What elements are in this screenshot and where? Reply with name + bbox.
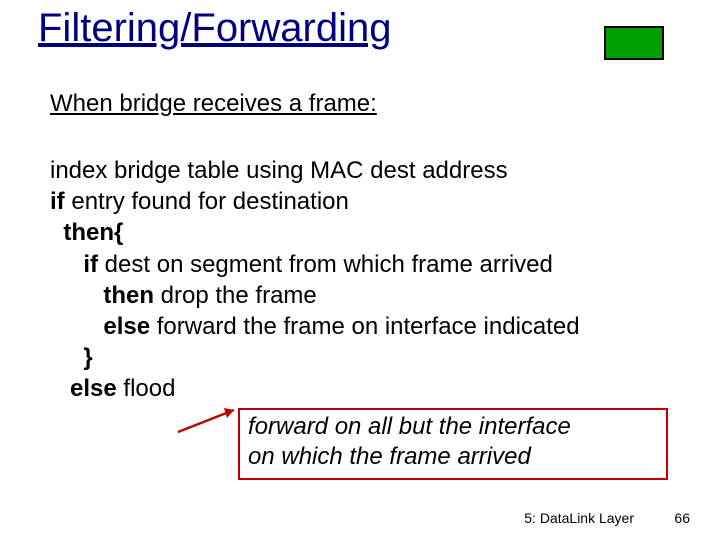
code-line: then drop the frame: [50, 280, 690, 311]
keyword-if: if: [50, 188, 65, 215]
callout-line: forward on all but the interface: [248, 412, 658, 442]
footer-section: 5: DataLink Layer: [524, 510, 634, 526]
arrow-icon: [170, 408, 236, 440]
slide-subtitle: When bridge receives a frame:: [50, 90, 377, 118]
code-line: else forward the frame on interface indi…: [50, 311, 690, 342]
pseudocode-block: index bridge table using MAC dest addres…: [50, 155, 690, 405]
code-line: if entry found for destination: [50, 186, 690, 217]
keyword-then: then: [103, 282, 154, 309]
code-line: then{: [50, 217, 690, 248]
footer-page-number: 66: [674, 510, 690, 526]
code-text: entry found for destination: [65, 188, 349, 215]
code-text: forward the frame on interface indicated: [150, 313, 580, 340]
keyword-then: then{: [63, 219, 123, 246]
keyword-brace: }: [83, 344, 92, 371]
callout-line: on which the frame arrived: [248, 442, 658, 472]
code-text: drop the frame: [154, 282, 317, 309]
code-text: flood: [117, 375, 176, 402]
callout-box: forward on all but the interface on whic…: [238, 408, 668, 480]
keyword-else: else: [70, 375, 117, 402]
keyword-else: else: [103, 313, 150, 340]
code-line: }: [50, 342, 690, 373]
decorative-box: [604, 26, 664, 60]
code-line: else flood: [50, 373, 690, 404]
slide-title: Filtering/Forwarding: [38, 6, 391, 51]
keyword-if: if: [83, 251, 98, 278]
code-line: if dest on segment from which frame arri…: [50, 249, 690, 280]
code-text: dest on segment from which frame arrived: [98, 251, 553, 278]
code-line: index bridge table using MAC dest addres…: [50, 155, 690, 186]
